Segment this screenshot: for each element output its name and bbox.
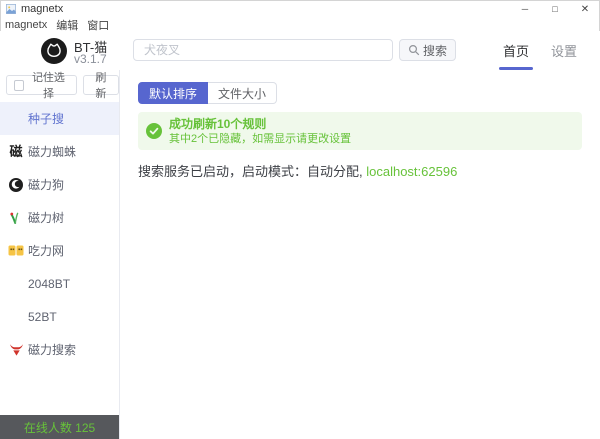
alert-description: 其中2个已隐藏，如需显示请更改设置 <box>169 132 352 145</box>
service-status-line: 搜索服务已启动，启动模式：自动分配, localhost:62596 <box>138 161 582 180</box>
cat-logo-icon <box>41 38 67 69</box>
sidebar-item-label: 磁力搜索 <box>28 343 77 357</box>
magnet-spider-icon: 磁 <box>9 144 23 159</box>
app-icon <box>6 4 16 14</box>
refresh-button[interactable]: 刷新 <box>82 72 119 100</box>
success-alert: 成功刷新10个规则 其中2个已隐藏，如需显示请更改设置 <box>138 112 582 150</box>
status-text: 搜索服务已启动，启动模式：自动分配, <box>138 164 367 179</box>
sidebar-item-label: 52BT <box>28 309 57 324</box>
online-count-bar: 在线人数 125 <box>0 415 119 439</box>
magnet-tree-icon <box>8 210 24 226</box>
window-controls: ─ □ ✕ <box>510 0 600 18</box>
sidebar-item-chili-wang[interactable]: 吃力网 <box>0 234 119 267</box>
tab-file-size[interactable]: 文件大小 <box>208 82 278 104</box>
sort-tab-group: 默认排序 文件大小 <box>138 82 582 104</box>
alert-texts: 成功刷新10个规则 其中2个已隐藏，如需显示请更改设置 <box>169 117 351 146</box>
close-button[interactable]: ✕ <box>570 0 600 18</box>
menubar: magnetx 编辑 窗口 <box>0 18 600 32</box>
remember-choice-checkbox[interactable] <box>14 79 25 91</box>
sidebar-item-52bt[interactable]: 52BT <box>0 300 119 333</box>
tab-home[interactable]: 首页 <box>492 31 540 70</box>
menu-item-magnetx[interactable]: magnetx <box>5 19 47 31</box>
sidebar-item-zhongzisou[interactable]: 种子搜 <box>0 102 119 135</box>
sidebar-item-cili-zhizhu[interactable]: 磁 磁力蜘蛛 <box>0 135 119 168</box>
minimize-button[interactable]: ─ <box>510 0 540 18</box>
magnet-bull-icon <box>8 342 24 358</box>
search-icon <box>408 44 420 56</box>
search-input[interactable] <box>133 39 393 61</box>
tab-settings[interactable]: 设置 <box>540 31 588 70</box>
app-version: v3.1.7 <box>74 52 107 66</box>
remember-choice-button[interactable]: 记住选择 <box>6 72 77 100</box>
localhost-link[interactable]: localhost:62596 <box>366 164 457 179</box>
sidebar-item-cili-shu[interactable]: 磁力树 <box>0 201 119 234</box>
sidebar-item-label: 磁力狗 <box>28 178 65 192</box>
online-count-label: 在线人数 125 <box>23 420 96 435</box>
titlebar: magnetx ─ □ ✕ <box>0 0 600 18</box>
search-button[interactable]: 搜索 <box>399 39 457 61</box>
sidebar-item-label: 吃力网 <box>28 244 65 258</box>
sidebar-controls: 记住选择 刷新 <box>0 70 119 100</box>
sidebar: 记住选择 刷新 种子搜 磁 磁力蜘蛛 磁力狗 磁力树 吃力网 2048BT 52… <box>0 70 120 439</box>
header: BT-猫 v3.1.7 搜索 首页 设置 <box>0 31 600 71</box>
window-title: magnetx <box>21 3 64 15</box>
sidebar-item-cili-gou[interactable]: 磁力狗 <box>0 168 119 201</box>
sidebar-item-label: 磁力树 <box>28 211 65 225</box>
sidebar-item-label: 种子搜 <box>28 112 65 126</box>
maximize-button[interactable]: □ <box>540 0 570 18</box>
tab-default-sort[interactable]: 默认排序 <box>138 82 209 104</box>
alert-title: 成功刷新10个规则 <box>169 116 267 131</box>
sidebar-item-cili-sousuo[interactable]: 磁力搜索 <box>0 333 119 366</box>
success-check-icon <box>146 123 162 139</box>
remember-choice-label: 记住选择 <box>31 72 65 100</box>
sidebar-item-label: 2048BT <box>28 276 71 291</box>
search-button-label: 搜索 <box>423 43 448 58</box>
magnet-dog-icon <box>8 177 24 193</box>
sidebar-item-2048bt[interactable]: 2048BT <box>0 267 119 300</box>
chili-net-icon <box>8 243 24 259</box>
main-content: 默认排序 文件大小 成功刷新10个规则 其中2个已隐藏，如需显示请更改设置 搜索… <box>120 70 600 439</box>
source-list: 种子搜 磁 磁力蜘蛛 磁力狗 磁力树 吃力网 2048BT 52BT 磁力搜索 <box>0 102 119 366</box>
header-nav: 首页 设置 <box>492 31 588 70</box>
app-window: magnetx ─ □ ✕ magnetx 编辑 窗口 BT-猫 v3.1.7 … <box>0 0 600 439</box>
sidebar-item-label: 磁力蜘蛛 <box>28 145 77 159</box>
